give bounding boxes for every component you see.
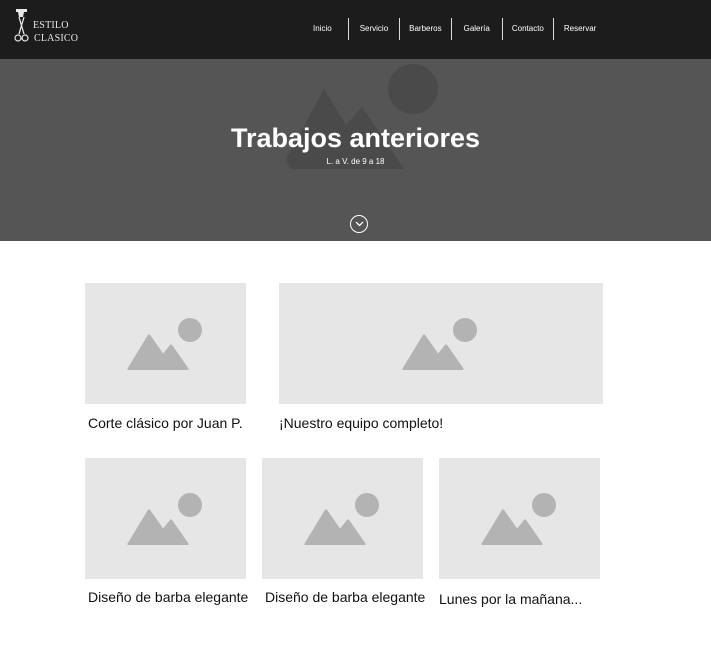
gallery-image[interactable] xyxy=(85,458,246,579)
site-header: ESTILO CLASICO Inicio Servicio Barberos … xyxy=(0,0,711,59)
gallery-caption: Corte clásico por Juan P. xyxy=(88,415,243,431)
nav-item-servicio[interactable]: Servicio xyxy=(347,18,399,40)
nav-item-contacto[interactable]: Contacto xyxy=(501,18,553,40)
image-placeholder-icon xyxy=(481,493,556,545)
gallery-caption: Lunes por la mañana... xyxy=(439,591,583,607)
gallery-image[interactable] xyxy=(279,283,603,404)
hero-banner: Trabajos anteriores L. a V. de 9 a 18 xyxy=(0,59,711,241)
page-title: Trabajos anteriores xyxy=(230,123,481,153)
gallery-image[interactable] xyxy=(85,283,246,404)
nav-item-inicio[interactable]: Inicio xyxy=(297,18,348,40)
gallery-caption: Diseño de barba elegante xyxy=(265,589,426,605)
nav-item-reservar[interactable]: Reservar xyxy=(552,18,606,40)
logo-text-line-2: CLASICO xyxy=(34,33,79,44)
nav-item-galeria[interactable]: Galería xyxy=(450,18,502,40)
scroll-down-button[interactable] xyxy=(350,215,368,233)
main-nav: Inicio Servicio Barberos Galería Contact… xyxy=(297,18,606,40)
gallery-caption: Diseño de barba elegante xyxy=(88,589,249,605)
image-placeholder-icon xyxy=(304,493,379,545)
opening-hours: L. a V. de 9 a 18 xyxy=(326,157,385,166)
gallery-caption: ¡Nuestro equipo completo! xyxy=(279,415,444,431)
chevron-down-icon xyxy=(355,221,364,227)
gallery-image[interactable] xyxy=(439,458,600,579)
image-placeholder-icon xyxy=(127,493,202,545)
image-placeholder-icon xyxy=(127,318,202,370)
nav-item-barberos[interactable]: Barberos xyxy=(399,18,450,40)
gallery-image[interactable] xyxy=(262,458,423,579)
site-logo[interactable]: ESTILO CLASICO xyxy=(14,8,84,48)
scissors-icon xyxy=(14,9,29,42)
image-placeholder-icon xyxy=(402,318,477,370)
logo-text-line-1: ESTILO xyxy=(33,20,69,31)
